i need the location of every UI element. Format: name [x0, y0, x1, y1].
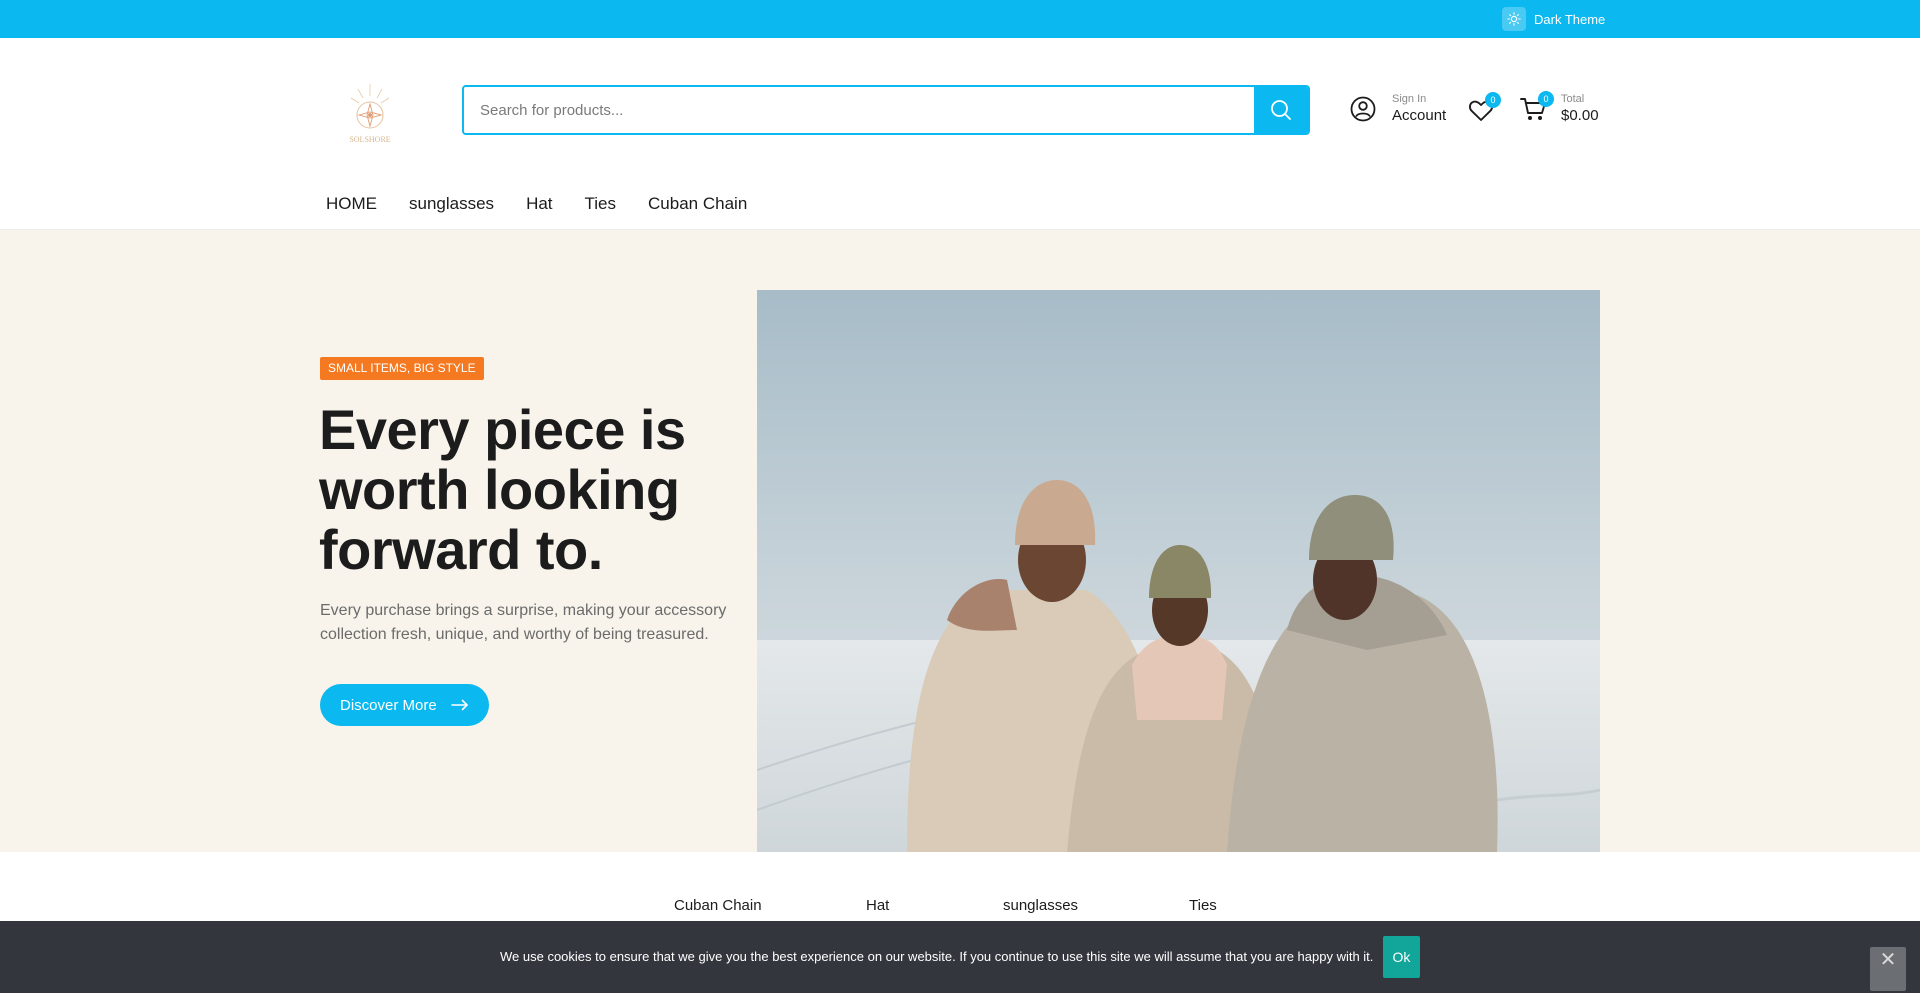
discover-more-button[interactable]: Discover More [320, 684, 489, 726]
search-bar [462, 85, 1310, 135]
account-label: Account [1392, 107, 1447, 124]
nav-item-sunglasses[interactable]: sunglasses [409, 194, 494, 214]
svg-text:SOLSHORE: SOLSHORE [349, 135, 390, 144]
arrow-right-icon [450, 699, 468, 711]
site-logo[interactable]: SOLSHORE [340, 80, 400, 150]
category-hat[interactable]: Hat [866, 897, 889, 914]
top-bar: Dark Theme [0, 0, 1920, 38]
close-icon: ✕ [1879, 949, 1897, 971]
cookie-close-button[interactable]: ✕ [1870, 947, 1906, 991]
nav-item-ties[interactable]: Ties [585, 194, 617, 214]
hero-subtext: Every purchase brings a surprise, making… [320, 602, 727, 643]
search-button[interactable] [1254, 87, 1308, 133]
site-header: SOLSHORE Sign In Account 0 [0, 38, 1920, 213]
cookie-banner: We use cookies to ensure that we give yo… [0, 921, 1920, 993]
hero-image [757, 290, 1600, 852]
hero-tagline: SMALL ITEMS, BIG STYLE [320, 357, 484, 380]
user-icon [1350, 96, 1376, 122]
discover-more-label: Discover More [340, 696, 437, 714]
nav-item-home[interactable]: HOME [326, 194, 377, 214]
category-cuban-chain[interactable]: Cuban Chain [674, 897, 762, 914]
category-ties[interactable]: Ties [1189, 897, 1217, 914]
cookie-message: We use cookies to ensure that we give yo… [500, 949, 1374, 964]
cookie-ok-button[interactable]: Ok [1383, 936, 1420, 978]
hero-headline: Every piece is worth looking forward to. [319, 398, 686, 581]
cart-total-label: Total [1561, 93, 1585, 105]
nav-item-hat[interactable]: Hat [526, 194, 552, 214]
wishlist-button[interactable]: 0 [1468, 92, 1501, 124]
wishlist-count-badge: 0 [1485, 92, 1501, 108]
search-icon [1271, 100, 1291, 120]
account-link[interactable]: Sign In Account [1350, 93, 1446, 125]
dark-theme-toggle[interactable]: Dark Theme [1502, 7, 1605, 31]
dark-theme-label: Dark Theme [1534, 11, 1606, 27]
cart-count-badge: 0 [1538, 91, 1554, 107]
search-input[interactable] [464, 87, 1254, 133]
sun-icon [1502, 7, 1526, 31]
cart-total-value: $0.00 [1561, 107, 1599, 124]
main-nav: HOME sunglasses Hat Ties Cuban Chain [326, 194, 747, 214]
cart-button[interactable]: 0 Total $0.00 [1519, 91, 1599, 125]
category-sunglasses[interactable]: sunglasses [1003, 897, 1078, 914]
nav-item-cuban-chain[interactable]: Cuban Chain [648, 194, 747, 214]
hero-section: SMALL ITEMS, BIG STYLE Every piece is wo… [0, 230, 1920, 852]
account-sign-in-label: Sign In [1392, 93, 1427, 105]
